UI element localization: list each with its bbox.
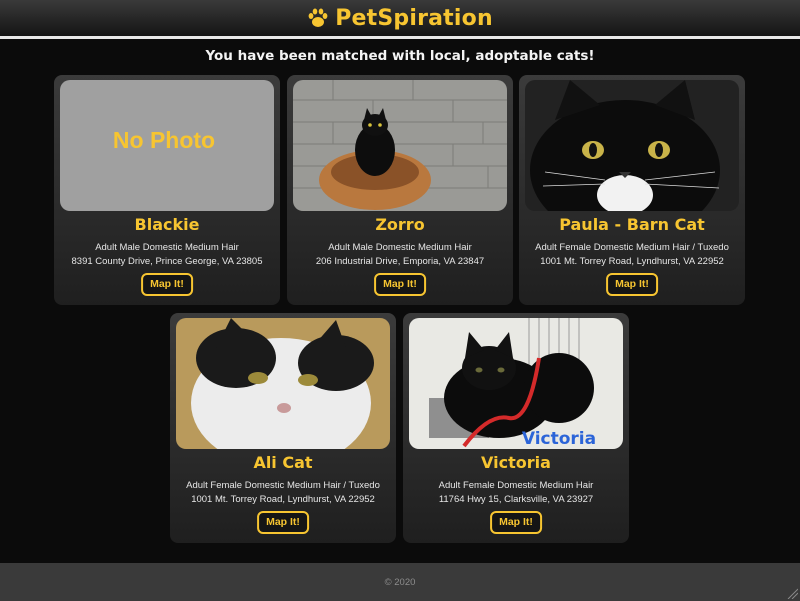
cat-name: Paula - Barn Cat (559, 215, 705, 234)
cat-card-victoria: Victoria Victoria Adult Female Domestic … (403, 313, 629, 543)
cat-photo (176, 318, 390, 449)
brand[interactable]: PetSpiration (307, 6, 493, 31)
cat-card-paula: Paula - Barn Cat Adult Female Domestic M… (519, 75, 745, 305)
brand-name: PetSpiration (335, 5, 493, 31)
cat-photo: Victoria (409, 318, 623, 449)
cat-name: Ali Cat (253, 453, 313, 472)
page-subtitle: You have been matched with local, adopta… (205, 48, 595, 64)
footer: © 2020 (0, 563, 800, 601)
resize-grip-icon[interactable] (786, 587, 798, 599)
cat-name: Blackie (134, 215, 200, 234)
map-it-button[interactable]: Map It! (606, 273, 658, 296)
no-photo-label: No Photo (113, 127, 215, 153)
cat-description: Adult Female Domestic Medium Hair (438, 480, 594, 491)
map-it-button[interactable]: Map It! (257, 511, 309, 534)
cat-name: Victoria (481, 453, 551, 472)
cat-address: 11764 Hwy 15, Clarksville, VA 23927 (438, 494, 594, 505)
cat-address: 8391 County Drive, Prince George, VA 238… (71, 256, 263, 267)
cat-name: Zorro (375, 215, 425, 234)
cat-card-blackie: No Photo Blackie Adult Male Domestic Med… (54, 75, 280, 305)
copyright: © 2020 (384, 577, 416, 588)
cat-address: 1001 Mt. Torrey Road, Lyndhurst, VA 2295… (540, 256, 724, 267)
cat-description: Adult Female Domestic Medium Hair / Tuxe… (186, 480, 380, 491)
cat-description: Adult Male Domestic Medium Hair (328, 242, 472, 253)
cat-photo (293, 80, 507, 211)
cat-description: Adult Male Domestic Medium Hair (95, 242, 239, 253)
cat-address: 1001 Mt. Torrey Road, Lyndhurst, VA 2295… (191, 494, 375, 505)
cat-card-zorro: Zorro Adult Male Domestic Medium Hair 20… (287, 75, 513, 305)
cat-photo (525, 80, 739, 211)
paw-icon (308, 8, 328, 27)
cat-card-ali-cat: Ali Cat Adult Female Domestic Medium Hai… (170, 313, 396, 543)
cat-photo-placeholder: No Photo (60, 80, 274, 211)
cat-address: 206 Industrial Drive, Emporia, VA 23847 (315, 256, 485, 267)
map-it-button[interactable]: Map It! (374, 273, 426, 296)
map-it-button[interactable]: Map It! (141, 273, 193, 296)
header: PetSpiration (0, 0, 800, 39)
cat-description: Adult Female Domestic Medium Hair / Tuxe… (535, 242, 729, 253)
victoria-photo-label: Victoria (522, 429, 596, 449)
map-it-button[interactable]: Map It! (490, 511, 542, 534)
